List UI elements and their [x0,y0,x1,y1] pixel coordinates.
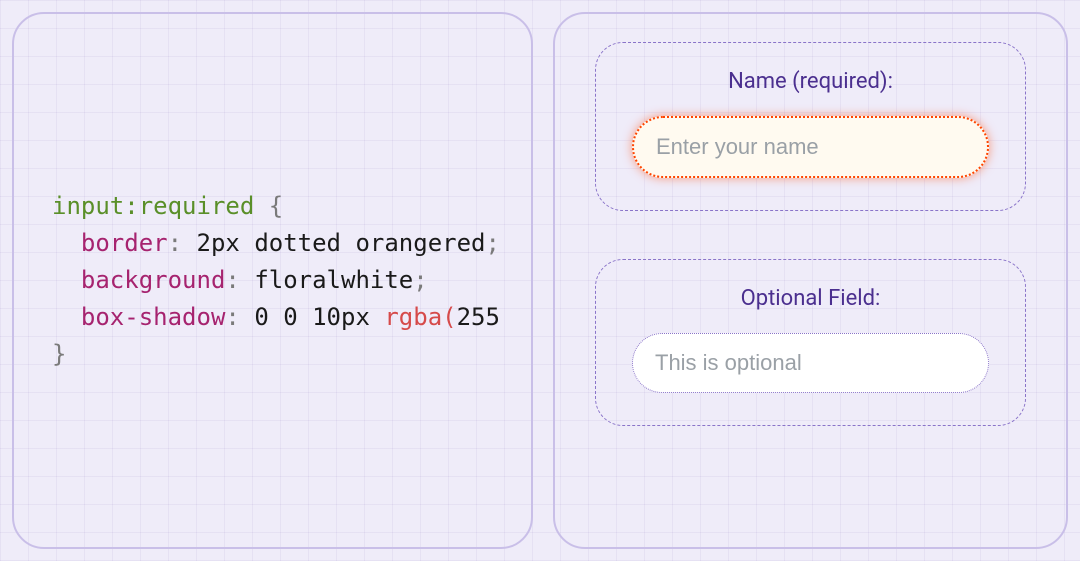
required-field-group: Name (required): [595,42,1026,211]
code-semi-0: ; [486,229,500,257]
code-val-1: floralwhite [254,266,413,294]
code-val-0: 2px dotted orangered [197,229,486,257]
code-colon: : [225,266,254,294]
code-panel: input:required { border: 2px dotted oran… [12,12,533,549]
code-colon: : [225,303,254,331]
css-code-block: input:required { border: 2px dotted oran… [52,188,500,374]
code-semi-1: ; [413,266,427,294]
code-brace-close: } [52,340,66,368]
code-brace-open: { [254,192,283,220]
code-colon: : [168,229,197,257]
code-prop-2: box-shadow [81,303,226,331]
code-val-2a: 0 0 10px [254,303,384,331]
optional-field-group: Optional Field: [595,259,1026,426]
code-val-2b: 255 [457,303,500,331]
code-func-2: rgba( [384,303,456,331]
optional-field-label: Optional Field: [741,286,881,311]
code-selector: input:required [52,192,254,220]
name-input[interactable] [632,116,989,178]
code-prop-0: border [81,229,168,257]
optional-input[interactable] [632,333,989,393]
demo-panel: Name (required): Optional Field: [553,12,1068,549]
code-prop-1: background [81,266,226,294]
required-field-label: Name (required): [728,69,893,94]
